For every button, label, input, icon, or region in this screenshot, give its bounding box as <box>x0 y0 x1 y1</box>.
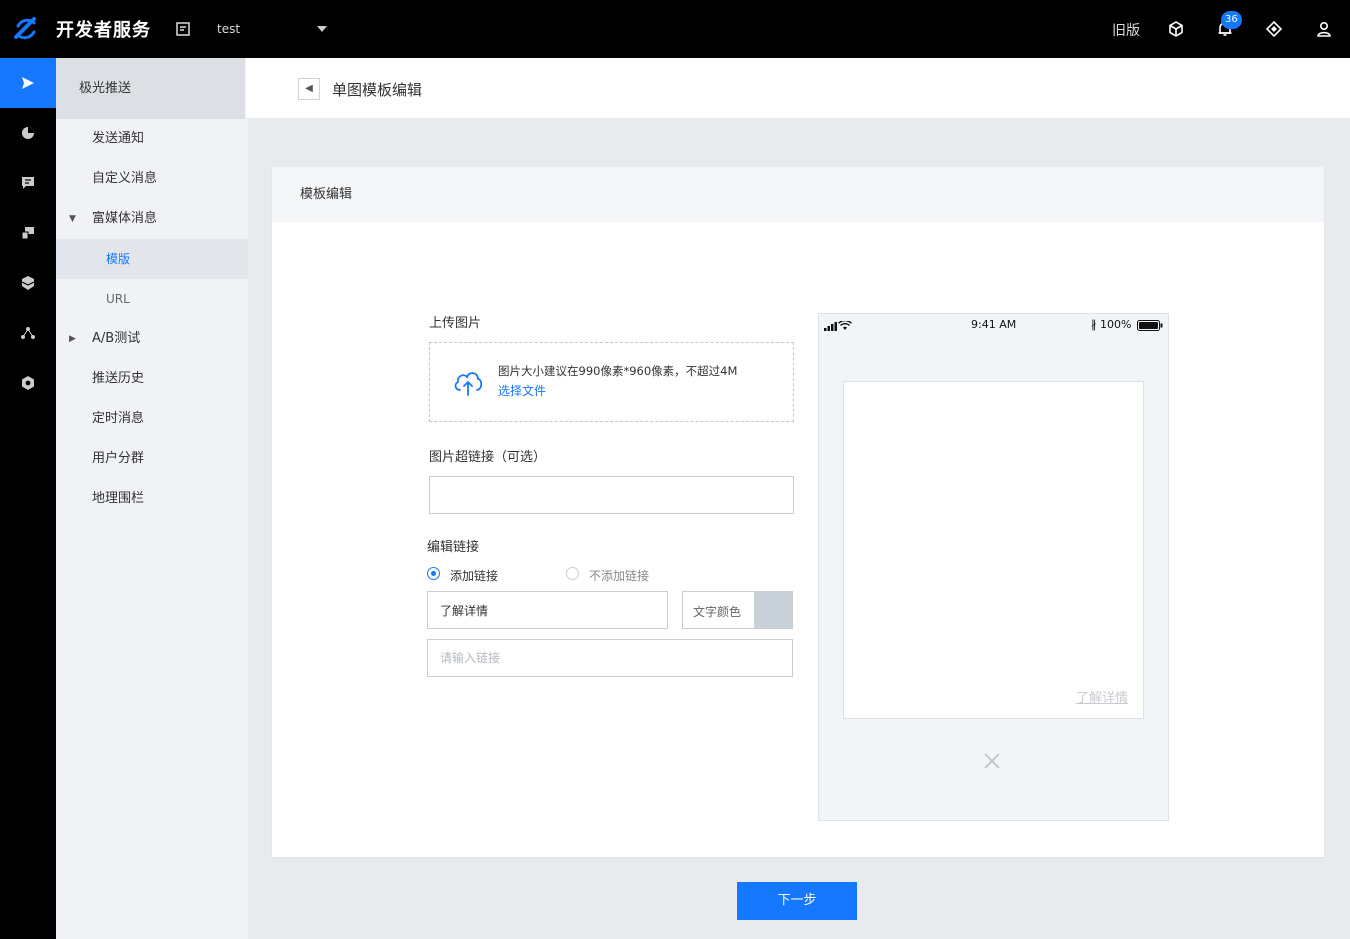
link-url-input[interactable] <box>427 639 793 677</box>
caret-right-icon: ▶ <box>69 334 76 344</box>
rail-item-push[interactable] <box>0 58 56 108</box>
devices-icon <box>21 227 34 240</box>
color-swatch[interactable] <box>754 592 792 628</box>
rail-item-settings[interactable] <box>0 358 56 408</box>
brand-title: 开发者服务 <box>56 20 151 41</box>
template-edit-card: 模板编辑 上传图片 图片大小建议在990像素*960像素，不超过4M 选择文件 … <box>272 167 1324 857</box>
sidebar-header: 极光推送 <box>56 58 245 119</box>
upload-dropzone[interactable]: 图片大小建议在990像素*960像素，不超过4M 选择文件 <box>429 342 794 422</box>
upload-hint: 图片大小建议在990像素*960像素，不超过4M <box>498 364 738 378</box>
preview-link-text: 了解详情 <box>1075 691 1128 706</box>
caret-down-icon: ▼ <box>69 214 76 224</box>
rail-item-security[interactable] <box>0 258 56 308</box>
rail-item-message[interactable] <box>0 158 56 208</box>
signal-wifi-icon <box>824 321 852 331</box>
text-color-picker[interactable]: 文字颜色 <box>682 591 793 629</box>
choose-file-link[interactable]: 选择文件 <box>498 382 546 399</box>
bluetooth-icon: ∦ <box>1091 318 1097 331</box>
sidebar-item-rich-media[interactable]: ▼ 富媒体消息 <box>56 199 248 239</box>
page-header: ◀ 单图模板编辑 <box>246 58 1350 119</box>
add-link-label[interactable]: 添加链接 <box>450 567 498 584</box>
sidebar-item-send-notification[interactable]: 发送通知 <box>56 119 248 159</box>
sidebar-item-scheduled[interactable]: 定时消息 <box>56 399 248 439</box>
shield-icon <box>21 276 35 290</box>
diamond-icon[interactable] <box>1265 20 1283 38</box>
cube-icon[interactable] <box>1167 20 1185 38</box>
top-bar: 开发者服务 test 旧版 36 <box>0 0 1350 58</box>
cloud-upload-icon <box>454 372 483 396</box>
no-link-label[interactable]: 不添加链接 <box>589 567 649 584</box>
sidebar-item-push-history[interactable]: 推送历史 <box>56 359 248 399</box>
status-bar: 9:41 AM ∦ 100% <box>819 314 1168 336</box>
sidebar-item-custom-message[interactable]: 自定义消息 <box>56 159 248 199</box>
status-time: 9:41 AM <box>971 318 1017 331</box>
share-icon <box>21 327 35 339</box>
push-icon <box>22 77 34 89</box>
page-title: 单图模板编辑 <box>332 81 423 99</box>
notification-badge: 36 <box>1221 11 1242 29</box>
chevron-left-icon: ◀ <box>305 83 313 94</box>
chevron-down-icon[interactable] <box>316 24 328 34</box>
sidebar-item-geofence[interactable]: 地理围栏 <box>56 479 248 519</box>
sidebar-item-url[interactable]: URL <box>56 279 248 319</box>
back-button[interactable]: ◀ <box>298 78 320 100</box>
close-icon[interactable] <box>981 750 1003 772</box>
sidebar-item-template[interactable]: 模版 <box>56 239 248 279</box>
logo-icon[interactable] <box>12 15 40 43</box>
app-selector[interactable]: test <box>217 22 240 36</box>
phone-preview: 9:41 AM ∦ 100% 了解详情 <box>818 313 1169 821</box>
image-link-label: 图片超链接（可选） <box>429 450 547 465</box>
battery-icon <box>1137 320 1163 331</box>
add-link-radio[interactable] <box>427 567 440 580</box>
old-version-link[interactable]: 旧版 <box>1112 20 1140 40</box>
settings-icon <box>22 376 34 390</box>
text-color-label: 文字颜色 <box>693 605 742 619</box>
upload-label: 上传图片 <box>429 316 482 331</box>
no-link-radio[interactable] <box>566 567 579 580</box>
next-step-button[interactable]: 下一步 <box>737 882 857 920</box>
preview-image-frame: 了解详情 <box>843 381 1144 719</box>
message-icon <box>22 177 34 189</box>
sidebar-item-user-segment[interactable]: 用户分群 <box>56 439 248 479</box>
user-icon[interactable] <box>1315 20 1333 38</box>
sub-sidebar: 极光推送 发送通知 自定义消息 ▼ 富媒体消息 模版 URL ▶ A/B测试 推送历… <box>56 58 248 939</box>
analytics-icon <box>22 127 34 139</box>
image-link-input[interactable] <box>429 476 794 514</box>
rail-item-analytics[interactable] <box>0 108 56 158</box>
battery-percent: ∦ 100% <box>1091 318 1132 331</box>
rail-item-share[interactable] <box>0 308 56 358</box>
icon-rail <box>0 58 56 939</box>
app-icon[interactable] <box>175 21 191 37</box>
edit-link-label: 编辑链接 <box>427 540 480 555</box>
rail-item-devices[interactable] <box>0 208 56 258</box>
link-text-input[interactable] <box>427 591 668 629</box>
card-title: 模板编辑 <box>272 167 1324 222</box>
sidebar-item-ab-test[interactable]: ▶ A/B测试 <box>56 319 248 359</box>
